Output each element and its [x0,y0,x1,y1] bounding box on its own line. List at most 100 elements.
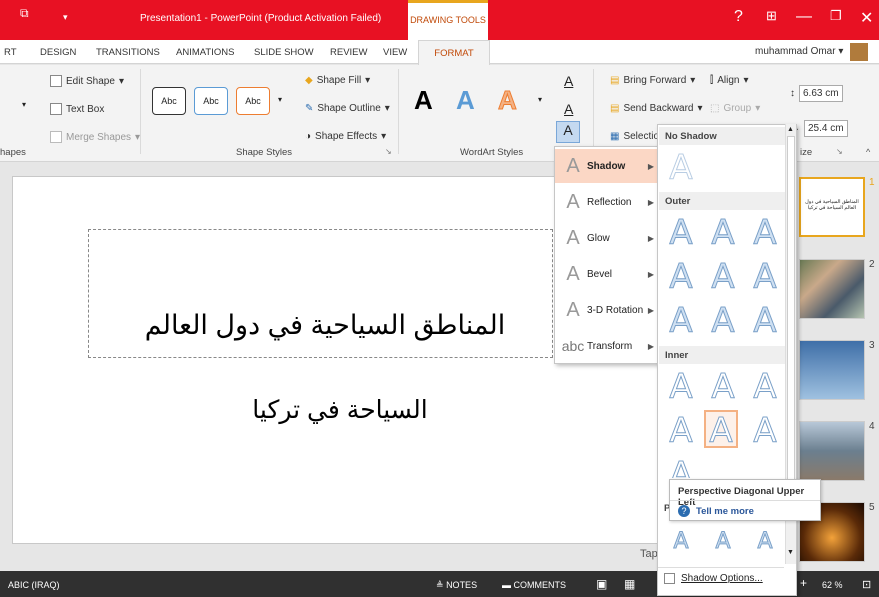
slide-thumbnail-3[interactable] [799,340,865,400]
shape-fill-button[interactable]: ◆ Shape Fill ▾ [305,75,370,86]
ribbon-separator [398,69,399,154]
zoom-level[interactable]: 62 % [822,580,843,590]
shadow-perspective-2[interactable]: A [706,523,740,561]
align-button[interactable]: ⫿ Align ▾ [710,75,748,86]
wordart-style-orange[interactable]: A [498,85,518,116]
group-button[interactable]: ⬚ Group ▾ [710,103,760,114]
slide-number-1: 1 [869,177,875,188]
collapse-ribbon-icon[interactable]: ^ [866,147,870,157]
close-icon[interactable]: ✕ [860,8,873,28]
shadow-perspective-1[interactable]: A [664,523,698,561]
bring-forward-button[interactable]: ▤ Bring Forward ▾ [610,75,695,86]
scroll-up-icon[interactable]: ▲ [787,126,794,133]
shape-styles-more-icon[interactable]: ▾ [278,95,282,104]
shadow-outer-7[interactable]: A [664,302,698,341]
tab-insert[interactable]: RT [4,47,17,58]
slide-title[interactable]: المناطق السياحية في دول العالم [110,310,540,341]
zoom-in-icon[interactable]: + [800,576,807,590]
shadow-none-option[interactable]: A [664,149,698,188]
submenu-arrow-icon: ▶ [647,305,654,315]
slide-thumbnail-2[interactable] [799,259,865,319]
shadow-inner-6[interactable]: A [748,412,782,451]
shape-style-2[interactable]: Abc [194,87,228,115]
height-field[interactable]: ↕ 6.63 cm [790,85,843,102]
tell-me-more-link[interactable]: ? Tell me more [678,505,754,517]
shadow-outer-8[interactable]: A [706,302,740,341]
shadow-options-button[interactable]: Shadow Options... [664,573,763,584]
text-box-button[interactable]: Text Box [50,103,104,115]
shadow-inner-1[interactable]: A [664,368,698,407]
menu-item-glow[interactable]: A Glow ▶ [555,221,660,255]
section-inner: Inner [659,346,785,364]
restore-icon[interactable]: ❐ [830,8,842,24]
tab-design[interactable]: DESIGN [40,47,76,58]
text-outline-icon[interactable]: A [564,101,573,117]
shadow-inner-4[interactable]: A [664,412,698,451]
tab-review[interactable]: REVIEW [330,47,367,58]
menu-item-shadow[interactable]: A Shadow ▶ [555,149,660,183]
wordart-style-blue[interactable]: A [456,85,475,116]
slide-subtitle[interactable]: السياحة في تركيا [200,395,480,425]
slide-thumbnail-1[interactable]: المناطق السياحية في دول العالم السياحة ف… [799,177,865,237]
notes-button[interactable]: ≜ NOTES [436,580,477,591]
shadow-outer-9[interactable]: A [748,302,782,341]
fit-slide-icon[interactable]: ⊡ [862,578,871,591]
user-account[interactable]: muhammad Omar ▾ [755,46,843,57]
menu-item-3d-rotation[interactable]: A 3-D Rotation ▶ [555,293,660,327]
comments-button[interactable]: ▬ COMMENTS [502,580,566,590]
scroll-thumb[interactable] [787,136,795,516]
shape-style-1[interactable]: Abc [152,87,186,115]
slide-thumbnail-4[interactable] [799,421,865,481]
menu-item-reflection[interactable]: A Reflection ▶ [555,185,660,219]
scroll-down-icon[interactable]: ▼ [787,549,794,556]
shadow-outer-1[interactable]: A [664,214,698,253]
ribbon-display-icon[interactable]: ⊞ [766,8,777,24]
tab-format[interactable]: FORMAT [418,40,490,65]
menu-item-reflection-label: Reflection [587,196,632,208]
shape-style-1-label: Abc [161,96,177,106]
notes-placeholder[interactable]: Tap [640,548,658,560]
shadow-outer-3[interactable]: A [748,214,782,253]
menu-item-transform[interactable]: abc Transform ▶ [555,329,660,363]
shadow-outer-5[interactable]: A [706,258,740,297]
normal-view-icon[interactable]: ▣ [596,577,607,591]
tab-transitions[interactable]: TRANSITIONS [96,47,160,58]
slide-sorter-icon[interactable]: ▦ [624,577,635,591]
minimize-icon[interactable]: — [796,8,812,26]
shadow-outer-2[interactable]: A [706,214,740,253]
quick-access-icon[interactable]: ⧉ [20,6,29,21]
shadow-inner-3[interactable]: A [748,368,782,407]
wordart-style-black[interactable]: A [414,85,433,116]
language-indicator[interactable]: ABIC (IRAQ) [8,580,60,590]
shadow-outer-4[interactable]: A [664,258,698,297]
size-launcher-icon[interactable]: ↘ [836,147,843,156]
shadow-perspective-3[interactable]: A [748,523,782,561]
shadow-inner-2[interactable]: A [706,368,740,407]
edit-shape-button[interactable]: Edit Shape ▾ [50,75,124,87]
shape-effects-button[interactable]: ◑ Shape Effects ▾ [305,131,386,142]
menu-item-bevel[interactable]: A Bevel ▶ [555,257,660,291]
customize-qat-icon[interactable]: ▾ [63,12,68,23]
shadow-inner-7[interactable]: A [664,456,698,478]
bring-forward-label: Bring Forward [623,75,687,86]
help-icon[interactable]: ? [734,8,743,26]
avatar[interactable] [850,43,868,61]
shapes-more-icon[interactable]: ▾ [22,100,26,109]
shape-outline-button[interactable]: ✎ Shape Outline ▾ [305,103,390,114]
tab-view[interactable]: VIEW [383,47,407,58]
width-field[interactable]: ↔25.4 cm [790,120,848,137]
tab-slide-show[interactable]: SLIDE SHOW [254,47,314,58]
shape-style-3[interactable]: Abc [236,87,270,115]
shadow-outer-6[interactable]: A [748,258,782,297]
send-backward-button[interactable]: ▤ Send Backward ▾ [610,103,703,114]
transform-icon: abc [561,338,585,354]
merge-shapes-button[interactable]: Merge Shapes ▾ [50,131,140,143]
text-effects-button[interactable]: A [556,121,580,143]
shape-styles-launcher-icon[interactable]: ↘ [385,147,392,156]
text-fill-icon[interactable]: A [564,73,573,89]
tell-me-more-label: Tell me more [696,505,754,517]
shadow-inner-perspective-diagonal-upper-left[interactable]: A [704,410,738,451]
paint-bucket-icon: ◆ [305,75,313,86]
tab-animations[interactable]: ANIMATIONS [176,47,234,58]
wordart-more-icon[interactable]: ▾ [538,95,542,104]
